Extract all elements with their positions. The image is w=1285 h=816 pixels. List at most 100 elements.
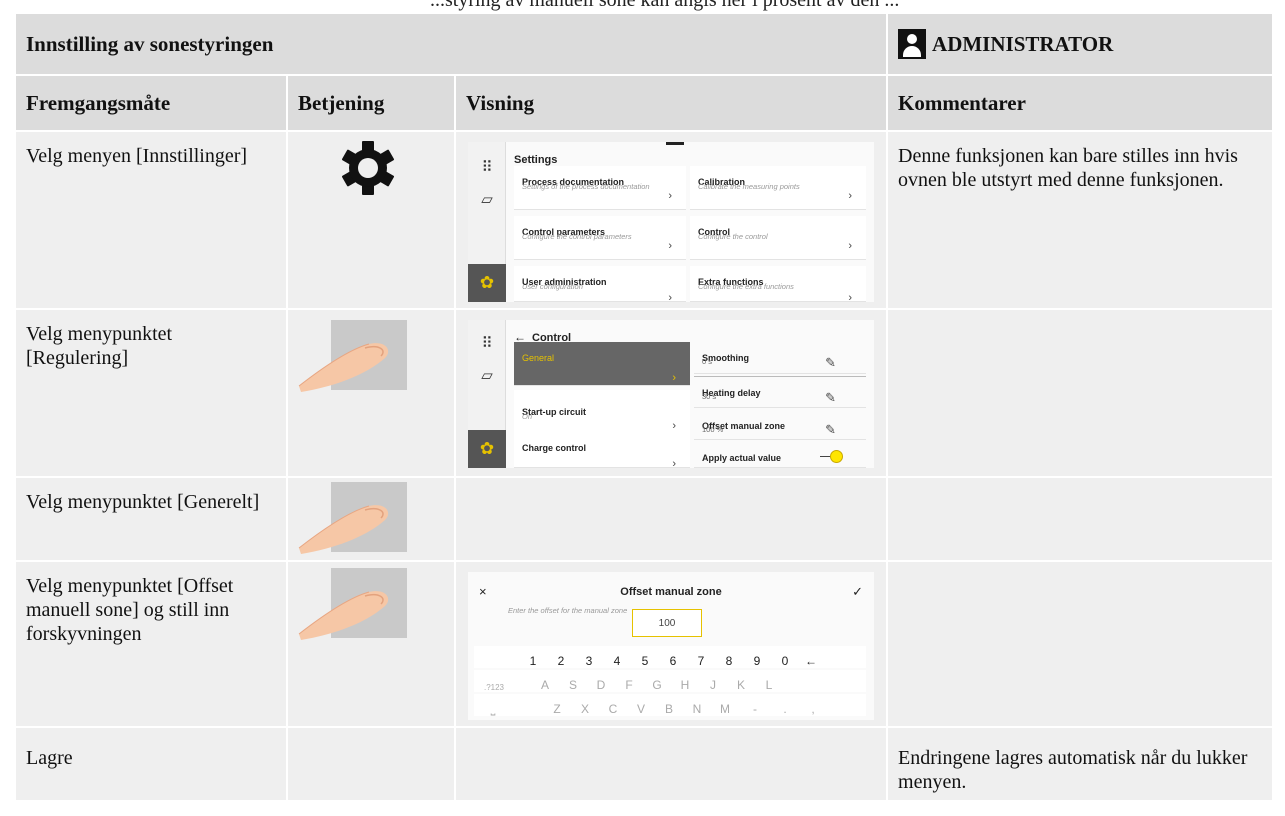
settings-screen: ⠿ ▱ ✿ Settings Process documentation Set… [468,142,874,302]
chevron-right-icon: › [848,240,852,252]
title-row: Innstilling av sonestyringen ADMINISTRAT… [13,12,1275,76]
chevron-right-icon: › [672,458,676,468]
settings-card[interactable]: Control Configure the control › [690,216,866,260]
item-label: General [522,353,555,363]
card-sub: Configure the control parameters [522,232,632,241]
table-row: Velg menyen [Innstillinger] ⠿ ▱ ✿ Settin… [14,130,1275,310]
param-smoothing[interactable]: Smoothing 0 s ✎ [694,342,866,374]
comment-cell [886,308,1275,478]
settings-card[interactable]: Calibration Calibrate the measuring poin… [690,166,866,210]
chevron-right-icon: › [848,190,852,202]
key[interactable]: N [688,697,706,721]
comment-cell [886,476,1275,562]
key[interactable]: X [576,697,594,721]
control-screen: ⠿ ▱ ✿ ← Control General › Start-up circu… [468,320,874,468]
display-cell: ⠿ ▱ ✿ ← Control General › Start-up circu… [453,308,889,478]
key[interactable]: Z [548,697,566,721]
display-cell [453,726,889,802]
key[interactable]: M [716,697,734,721]
close-icon[interactable]: × [479,580,487,604]
gear-icon [341,141,395,195]
comment-cell: Endringene lagres automatisk når du lukk… [886,726,1275,802]
procedure-cell: Velg menypunktet [Regulering] [14,308,288,478]
param-offset-manual-zone[interactable]: Offset manual zone 100 % ✎ [694,410,866,440]
key[interactable]: , [804,697,822,721]
offset-value-input[interactable]: 100 [632,609,702,637]
settings-gear-icon[interactable]: ✿ [468,430,506,468]
key-row-letters-1: .?123 A S D F G H J K L [474,670,866,692]
operation-cell [286,476,456,562]
key[interactable]: V [632,697,650,721]
procedure-cell: Velg menyen [Innstillinger] [14,130,288,310]
table-row: Velg menypunktet [Generelt] [14,476,1275,562]
chevron-right-icon: › [668,190,672,202]
key[interactable]: C [604,697,622,721]
finger-tap-icon [298,482,407,554]
param-label: Apply actual value [702,453,782,463]
card-sub: User configuration [522,282,583,291]
settings-card[interactable]: Control parameters Configure the control… [514,216,686,260]
item-label: Charge control [522,443,587,453]
dialog-prompt: Enter the offset for the manual zone [508,606,628,615]
menu-item-general[interactable]: General › [514,342,690,386]
edit-pencil-icon[interactable]: ✎ [825,418,836,442]
param-value: 30 s [702,392,717,401]
chart-icon[interactable]: ▱ [477,364,497,388]
param-heating-delay[interactable]: Heating delay 30 s ✎ [694,376,866,408]
param-apply-actual-value[interactable]: Apply actual value [694,442,866,468]
card-sub: Configure the extra functions [698,282,794,291]
settings-card[interactable]: User administration User configuration › [514,266,686,302]
table-title: Innstilling av sonestyringen [13,12,889,76]
comment-cell [886,560,1275,728]
comment-cell: Denne funksjonen kan bare stilles inn hv… [886,130,1275,310]
chart-icon[interactable]: ▱ [477,188,497,212]
column-header-row: Fremgangsmåte Betjening Visning Kommenta… [14,74,1275,132]
cut-off-top-text: ...styring av manuell sone kan angis her… [0,0,1285,12]
person-icon [898,29,927,59]
param-value: 100 % [702,425,724,434]
key-row-numbers: 1 2 3 4 5 6 7 8 9 0 ← [474,646,866,668]
toggle-switch[interactable] [820,450,844,463]
table-row: Lagre Endringene lagres automatisk når d… [14,726,1275,802]
column-header-display: Visning [453,74,889,132]
display-cell: ⠿ ▱ ✿ Settings Process documentation Set… [453,130,889,310]
apps-grid-icon[interactable]: ⠿ [477,156,497,180]
operation-cell [286,130,456,310]
procedure-table: Innstilling av sonestyringen ADMINISTRAT… [13,12,1275,802]
edit-pencil-icon[interactable]: ✎ [825,351,836,375]
key[interactable]: B [660,697,678,721]
table-row: Velg menypunktet [Regulering] ⠿ ▱ ✿ ← Co… [14,308,1275,478]
finger-tap-icon [298,320,407,392]
keyboard-screen: Offset manual zone × ✓ Enter the offset … [468,572,874,720]
space-key[interactable]: ⎵ [484,697,502,721]
settings-card[interactable]: Extra functions Configure the extra func… [690,266,866,302]
menu-item-startup-circuit[interactable]: Start-up circuit On › [514,390,690,434]
column-header-comments: Kommentarer [886,74,1275,132]
side-rail: ⠿ ▱ ✿ [468,320,506,468]
role-cell: ADMINISTRATOR [886,12,1275,76]
edit-pencil-icon[interactable]: ✎ [825,386,836,410]
apps-grid-icon[interactable]: ⠿ [477,332,497,356]
key[interactable]: - [746,697,764,721]
menu-item-charge-control[interactable]: Charge control › [514,430,690,468]
settings-card[interactable]: Process documentation Settings of the pr… [514,166,686,210]
display-cell: Offset manual zone × ✓ Enter the offset … [453,560,889,728]
confirm-check-icon[interactable]: ✓ [852,580,863,604]
column-header-operation: Betjening [286,74,456,132]
settings-gear-icon[interactable]: ✿ [468,264,506,302]
procedure-cell: Lagre [14,726,288,802]
top-handle [666,142,684,145]
item-sub: On [522,412,533,421]
finger-tap-icon [298,568,407,640]
card-sub: Calibrate the measuring points [698,182,800,191]
key-row-letters-2: ⎵ Z X C V B N M - . , [474,694,866,716]
key[interactable]: . [776,697,794,721]
table-row: Velg menypunktet [Offset manuell sone] o… [14,560,1275,728]
card-sub: Configure the control [698,232,768,241]
column-header-procedure: Fremgangsmåte [14,74,288,132]
param-value: 0 s [702,357,713,366]
operation-cell [286,308,456,478]
procedure-cell: Velg menypunktet [Offset manuell sone] o… [14,560,288,728]
top-fragment: ...styring av manuell sone kan angis her… [430,0,900,11]
card-sub: Settings of the process documentation [522,182,650,191]
